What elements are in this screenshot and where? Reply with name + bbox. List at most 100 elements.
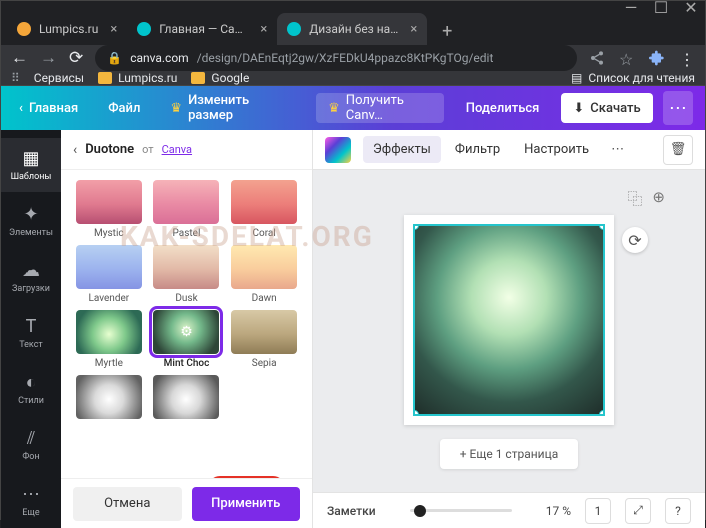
swatch-label: Dawn: [252, 293, 277, 304]
file-menu[interactable]: Файл: [102, 97, 146, 120]
swatch-preview: [231, 375, 297, 419]
rail-icon: ◐: [26, 372, 37, 393]
extension-icon[interactable]: [649, 50, 665, 66]
notes-toggle[interactable]: Заметки: [327, 504, 376, 518]
rail-label: Еще: [22, 508, 39, 518]
home-button[interactable]: ‹Главная: [13, 97, 84, 120]
context-more[interactable]: ⋯: [611, 142, 626, 157]
duplicate-page-icon[interactable]: ⿻: [627, 188, 642, 209]
swatch-Mint Choc[interactable]: ⚙ Mint Choc: [153, 310, 221, 369]
resize-button[interactable]: ♛Изменить размер: [164, 89, 298, 127]
swatch-preview: [231, 180, 297, 224]
swatch-Dusk[interactable]: Dusk: [153, 245, 221, 304]
more-button[interactable]: ⋯: [663, 91, 693, 125]
rail-icon: ☁: [22, 260, 40, 281]
rail-label: Шаблоны: [11, 172, 52, 182]
swatch-preview: ⚙: [153, 310, 219, 354]
swatch-preview: [76, 375, 142, 419]
resize-handle-bl[interactable]: [413, 410, 419, 416]
star-icon[interactable]: ☆: [619, 50, 635, 66]
swatch-Dawn[interactable]: Dawn: [230, 245, 298, 304]
rail-icon: T: [26, 316, 37, 337]
rail-Элементы[interactable]: ✦Элементы: [1, 194, 61, 248]
new-tab-button[interactable]: +: [433, 17, 461, 45]
favicon: [137, 22, 151, 36]
address-bar[interactable]: 🔒 canva.com/design/DAEnEqtj2gw/XzFEDkU4p…: [95, 45, 577, 71]
browser-tab[interactable]: Главная — Canva×: [127, 13, 277, 45]
window-minimize[interactable]: —: [625, 1, 637, 13]
swatch-Coral[interactable]: Coral: [230, 180, 298, 239]
swatch-preview: [153, 245, 219, 289]
add-page-icon[interactable]: ⊕: [652, 188, 665, 209]
nav-back[interactable]: ←: [11, 48, 28, 68]
close-icon[interactable]: ×: [410, 22, 417, 37]
rail-icon: ⋯: [22, 484, 40, 505]
zoom-slider[interactable]: [410, 509, 512, 512]
apps-label[interactable]: Сервисы: [34, 71, 84, 85]
swatch-9[interactable]: [75, 375, 143, 423]
swatch-preview: [76, 245, 142, 289]
browser-tab[interactable]: Lumpics.ru×: [7, 13, 127, 45]
rail-Шаблоны[interactable]: ▦Шаблоны: [1, 138, 61, 192]
add-page-button[interactable]: + Еще 1 страница: [440, 439, 578, 469]
download-button[interactable]: ⬇Скачать: [561, 93, 652, 123]
delete-button[interactable]: 🗑: [663, 135, 693, 165]
window-maximize[interactable]: ☐: [655, 1, 667, 13]
get-canva-button[interactable]: ♛Получить Canv…: [316, 93, 444, 123]
nav-forward[interactable]: →: [40, 48, 57, 68]
favicon: [17, 22, 31, 36]
swatch-preview: [76, 310, 142, 354]
reading-list[interactable]: ▤ Список для чтения: [571, 71, 695, 85]
rail-Фон[interactable]: ⫽ Фон: [1, 418, 61, 472]
browser-tab[interactable]: Дизайн без названия — 1481×: [277, 13, 427, 45]
resize-handle-tr[interactable]: [599, 224, 605, 230]
swatch-Myrtle[interactable]: Myrtle: [75, 310, 143, 369]
bookmark-lumpics[interactable]: Lumpics.ru: [98, 71, 177, 85]
rail-Текст[interactable]: TТекст: [1, 306, 61, 360]
highlight-box: [208, 476, 286, 478]
effects-tab[interactable]: Эффекты: [363, 136, 441, 163]
share-icon[interactable]: [589, 50, 605, 66]
window-close[interactable]: ✕: [685, 1, 697, 13]
apps-icon[interactable]: ⠿: [11, 71, 20, 85]
filter-tab[interactable]: Фильтр: [445, 136, 510, 163]
zoom-value[interactable]: 17 %: [546, 504, 571, 518]
resize-handle-br[interactable]: [599, 410, 605, 416]
rail-Загрузки[interactable]: ☁Загрузки: [1, 250, 61, 304]
rail-icon: ⫽: [27, 428, 35, 449]
apply-button[interactable]: Применить: [192, 487, 301, 521]
swatch-label: Mint Choc: [164, 358, 210, 369]
rotate-handle[interactable]: ⟳: [622, 227, 648, 253]
bookmark-google[interactable]: Google: [191, 71, 249, 85]
resize-handle-tl[interactable]: [413, 224, 419, 230]
swatch-label: Mystic: [94, 228, 124, 239]
adjust-tab[interactable]: Настроить: [514, 136, 599, 163]
swatch-11[interactable]: [230, 375, 298, 423]
panel-back[interactable]: ‹: [73, 142, 77, 158]
swatch-label: Sepia: [252, 358, 277, 369]
color-picker[interactable]: [325, 137, 351, 163]
nav-reload[interactable]: ⟳: [69, 48, 83, 68]
canvas-page[interactable]: ⟳: [404, 215, 614, 425]
selected-image[interactable]: [413, 224, 605, 416]
swatch-Lavender[interactable]: Lavender: [75, 245, 143, 304]
swatch-preview: [153, 375, 219, 419]
author-link[interactable]: Canva: [162, 143, 192, 156]
cancel-button[interactable]: Отмена: [73, 487, 182, 521]
close-icon[interactable]: ×: [260, 22, 267, 37]
swatch-10[interactable]: [153, 375, 221, 423]
rail-label: Фон: [22, 452, 39, 462]
rail-label: Элементы: [9, 228, 53, 238]
close-icon[interactable]: ×: [110, 22, 117, 37]
swatch-Mystic[interactable]: Mystic: [75, 180, 143, 239]
lock-icon: 🔒: [107, 51, 122, 65]
panel-title: Duotone: [85, 142, 134, 157]
share-button[interactable]: Поделиться: [454, 93, 552, 123]
menu-icon[interactable]: ⋮: [679, 50, 695, 66]
rail-Стили[interactable]: ◐Стили: [1, 362, 61, 416]
swatch-Pastel[interactable]: Pastel: [153, 180, 221, 239]
swatch-label: Dusk: [175, 293, 197, 304]
swatch-Sepia[interactable]: Sepia: [230, 310, 298, 369]
zoom-thumb[interactable]: [414, 505, 426, 517]
swatch-preview: [231, 310, 297, 354]
